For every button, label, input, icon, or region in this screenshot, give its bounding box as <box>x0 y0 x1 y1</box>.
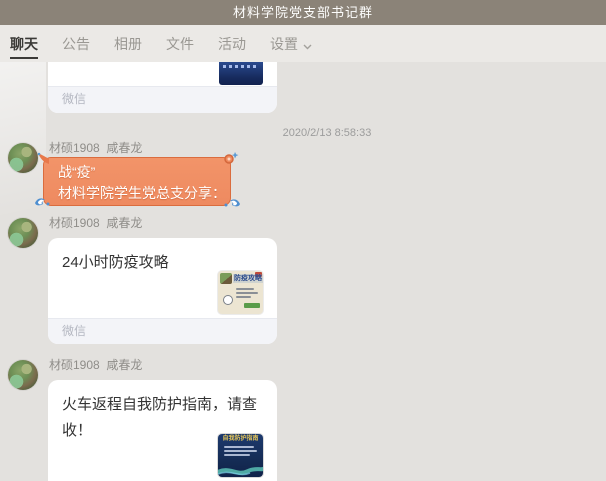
link-card[interactable]: 火车返程自我防护指南，请查收！ 自我防护指南 <box>48 380 277 481</box>
avatar[interactable] <box>8 218 38 248</box>
tab-album[interactable]: 相册 <box>114 25 142 62</box>
thumbnail-text: 防疫攻略 <box>233 274 263 283</box>
chevron-down-icon <box>303 37 312 53</box>
bubble-ornament-tail-icon <box>37 151 51 172</box>
sender-name: 材硕1908 咸春龙 <box>49 139 142 156</box>
link-thumbnail <box>219 62 263 85</box>
decorated-message-bubble: 战“疫” 材料学院学生党总支分享： <box>43 157 231 206</box>
tab-announcements[interactable]: 公告 <box>62 25 90 62</box>
sender-name: 材硕1908 咸春龙 <box>49 356 142 373</box>
link-card[interactable]: 24小时防疫攻略 防疫攻略 微信 <box>48 238 277 344</box>
avatar[interactable] <box>8 360 38 390</box>
link-source-label: 微信 <box>48 86 277 113</box>
bubble-text-line: 战“疫” <box>58 162 216 183</box>
bubble-ornament-ring-icon <box>223 150 239 171</box>
bubble-ornament-wave-icon <box>223 193 241 214</box>
thumbnail-text: 自我防护指南 <box>218 436 263 443</box>
tab-settings[interactable]: 设置 <box>270 25 312 62</box>
window-title: 材料学院党支部书记群 <box>0 0 606 25</box>
train-track-graphic <box>218 459 263 477</box>
bubble-text-line: 材料学院学生党总支分享： <box>58 183 216 204</box>
tab-files[interactable]: 文件 <box>166 25 194 62</box>
sender-name: 材硕1908 咸春龙 <box>49 214 142 231</box>
tab-activities[interactable]: 活动 <box>218 25 246 62</box>
link-card-partial[interactable]: 微信 <box>48 62 277 113</box>
tab-chat[interactable]: 聊天 <box>10 25 38 62</box>
group-chat-window: 材料学院党支部书记群 聊天 公告 相册 文件 活动 设置 微信 2020/2/1… <box>0 0 606 481</box>
chat-scroll-area[interactable]: 微信 2020/2/13 8:58:33 材硕1908 咸春龙 战“疫” 材料学… <box>0 62 606 481</box>
link-thumbnail: 防疫攻略 <box>218 271 263 314</box>
avatar[interactable] <box>8 143 38 173</box>
timestamp: 2020/2/13 8:58:33 <box>48 127 606 139</box>
tab-bar: 聊天 公告 相册 文件 活动 设置 <box>0 25 606 62</box>
link-thumbnail: 自我防护指南 <box>218 434 263 477</box>
link-source-label: 微信 <box>48 318 277 344</box>
bubble-ornament-wave-icon <box>34 192 52 213</box>
